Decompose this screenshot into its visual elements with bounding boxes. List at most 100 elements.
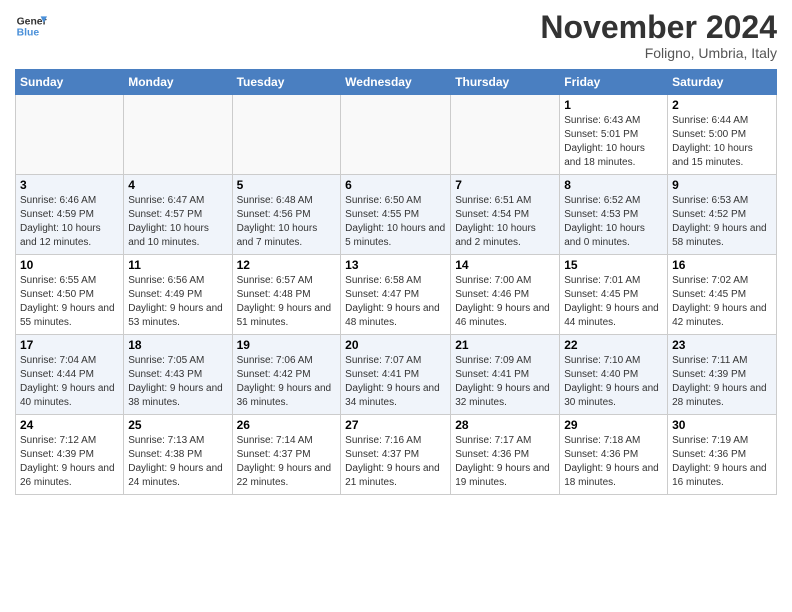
day-number: 7 [455,178,555,192]
col-monday: Monday [124,70,232,95]
table-row: 15 Sunrise: 7:01 AMSunset: 4:45 PMDayligh… [560,255,668,335]
day-info: Sunrise: 6:58 AMSunset: 4:47 PMDaylight:… [345,274,446,330]
day-info: Sunrise: 6:53 AMSunset: 4:52 PMDaylight:… [672,194,772,250]
table-row: 16 Sunrise: 7:02 AMSunset: 4:45 PMDayligh… [668,255,777,335]
logo-icon: General Blue [15,10,47,42]
day-number: 18 [128,338,227,352]
table-row: 21Sunrise: 7:09 AMSunset: 4:41 PMDayligh… [451,335,560,415]
table-row: 22 Sunrise: 7:10 AMSunset: 4:40 PMDayligh… [560,335,668,415]
day-number: 16 [672,258,772,272]
col-saturday: Saturday [668,70,777,95]
day-info: Sunrise: 7:16 AMSunset: 4:37 PMDaylight:… [345,434,446,490]
table-row: 19 Sunrise: 7:06 AMSunset: 4:42 PMDayligh… [232,335,341,415]
table-row [124,95,232,175]
table-row: 8Sunrise: 6:52 AMSunset: 4:53 PMDaylight… [560,175,668,255]
table-row: 28Sunrise: 7:17 AMSunset: 4:36 PMDayligh… [451,415,560,495]
table-row: 1Sunrise: 6:43 AMSunset: 5:01 PMDaylight… [560,95,668,175]
col-friday: Friday [560,70,668,95]
table-row: 6 Sunrise: 6:50 AMSunset: 4:55 PMDaylight… [341,175,451,255]
table-row: 9Sunrise: 6:53 AMSunset: 4:52 PMDaylight… [668,175,777,255]
table-row: 3Sunrise: 6:46 AMSunset: 4:59 PMDaylight… [16,175,124,255]
location: Foligno, Umbria, Italy [540,45,777,61]
table-row: 14 Sunrise: 7:00 AMSunset: 4:46 PMDayligh… [451,255,560,335]
day-info: Sunrise: 7:11 AMSunset: 4:39 PMDaylight:… [672,354,772,410]
day-info: Sunrise: 7:18 AMSunset: 4:36 PMDaylight:… [564,434,663,490]
calendar-table: Sunday Monday Tuesday Wednesday Thursday… [15,69,777,495]
title-block: November 2024 Foligno, Umbria, Italy [540,10,777,61]
day-info: Sunrise: 6:55 AMSunset: 4:50 PMDaylight:… [20,274,119,330]
day-number: 8 [564,178,663,192]
day-number: 23 [672,338,772,352]
calendar-week-2: 3Sunrise: 6:46 AMSunset: 4:59 PMDaylight… [16,175,777,255]
table-row: 27 Sunrise: 7:16 AMSunset: 4:37 PMDayligh… [341,415,451,495]
table-row: 18Sunrise: 7:05 AMSunset: 4:43 PMDayligh… [124,335,232,415]
table-row: 4 Sunrise: 6:47 AMSunset: 4:57 PMDaylight… [124,175,232,255]
day-info: Sunrise: 7:07 AMSunset: 4:41 PMDaylight:… [345,354,446,410]
col-tuesday: Tuesday [232,70,341,95]
day-number: 2 [672,98,772,112]
day-info: Sunrise: 6:48 AMSunset: 4:56 PMDaylight:… [237,194,337,250]
day-info: Sunrise: 6:51 AMSunset: 4:54 PMDaylight:… [455,194,555,250]
day-number: 25 [128,418,227,432]
day-number: 17 [20,338,119,352]
day-info: Sunrise: 6:46 AMSunset: 4:59 PMDaylight:… [20,194,119,250]
table-row: 13 Sunrise: 6:58 AMSunset: 4:47 PMDayligh… [341,255,451,335]
table-row: 7 Sunrise: 6:51 AMSunset: 4:54 PMDaylight… [451,175,560,255]
table-row: 12 Sunrise: 6:57 AMSunset: 4:48 PMDayligh… [232,255,341,335]
day-number: 19 [237,338,337,352]
day-info: Sunrise: 6:56 AMSunset: 4:49 PMDaylight:… [128,274,227,330]
day-number: 1 [564,98,663,112]
table-row: 2 Sunrise: 6:44 AMSunset: 5:00 PMDaylight… [668,95,777,175]
table-row: 17 Sunrise: 7:04 AMSunset: 4:44 PMDayligh… [16,335,124,415]
day-number: 12 [237,258,337,272]
day-number: 20 [345,338,446,352]
header: General Blue November 2024 Foligno, Umbr… [15,10,777,61]
day-info: Sunrise: 7:10 AMSunset: 4:40 PMDaylight:… [564,354,663,410]
day-number: 15 [564,258,663,272]
table-row: 25 Sunrise: 7:13 AMSunset: 4:38 PMDayligh… [124,415,232,495]
table-row [16,95,124,175]
table-row: 5Sunrise: 6:48 AMSunset: 4:56 PMDaylight… [232,175,341,255]
day-info: Sunrise: 7:04 AMSunset: 4:44 PMDaylight:… [20,354,119,410]
logo: General Blue [15,10,47,42]
table-row [341,95,451,175]
day-info: Sunrise: 7:06 AMSunset: 4:42 PMDaylight:… [237,354,337,410]
day-info: Sunrise: 6:47 AMSunset: 4:57 PMDaylight:… [128,194,227,250]
day-number: 6 [345,178,446,192]
day-number: 30 [672,418,772,432]
day-info: Sunrise: 7:09 AMSunset: 4:41 PMDaylight:… [455,354,555,410]
calendar-week-4: 17 Sunrise: 7:04 AMSunset: 4:44 PMDayligh… [16,335,777,415]
day-info: Sunrise: 7:00 AMSunset: 4:46 PMDaylight:… [455,274,555,330]
day-info: Sunrise: 6:50 AMSunset: 4:55 PMDaylight:… [345,194,446,250]
page: General Blue November 2024 Foligno, Umbr… [0,0,792,612]
table-row: 26Sunrise: 7:14 AMSunset: 4:37 PMDayligh… [232,415,341,495]
day-number: 29 [564,418,663,432]
col-thursday: Thursday [451,70,560,95]
calendar-week-3: 10Sunrise: 6:55 AMSunset: 4:50 PMDayligh… [16,255,777,335]
table-row [232,95,341,175]
day-info: Sunrise: 6:44 AMSunset: 5:00 PMDaylight:… [672,114,772,170]
day-info: Sunrise: 7:02 AMSunset: 4:45 PMDaylight:… [672,274,772,330]
month-title: November 2024 [540,10,777,45]
day-number: 27 [345,418,446,432]
table-row: 29 Sunrise: 7:18 AMSunset: 4:36 PMDayligh… [560,415,668,495]
day-info: Sunrise: 7:01 AMSunset: 4:45 PMDaylight:… [564,274,663,330]
svg-text:Blue: Blue [17,28,40,39]
day-info: Sunrise: 7:17 AMSunset: 4:36 PMDaylight:… [455,434,555,490]
col-sunday: Sunday [16,70,124,95]
day-info: Sunrise: 7:13 AMSunset: 4:38 PMDaylight:… [128,434,227,490]
day-number: 4 [128,178,227,192]
table-row: 20 Sunrise: 7:07 AMSunset: 4:41 PMDayligh… [341,335,451,415]
table-row: 23 Sunrise: 7:11 AMSunset: 4:39 PMDayligh… [668,335,777,415]
day-number: 14 [455,258,555,272]
table-row: 11 Sunrise: 6:56 AMSunset: 4:49 PMDayligh… [124,255,232,335]
day-info: Sunrise: 7:19 AMSunset: 4:36 PMDaylight:… [672,434,772,490]
day-info: Sunrise: 6:57 AMSunset: 4:48 PMDaylight:… [237,274,337,330]
calendar-week-5: 24 Sunrise: 7:12 AMSunset: 4:39 PMDayligh… [16,415,777,495]
day-number: 11 [128,258,227,272]
day-number: 13 [345,258,446,272]
day-number: 22 [564,338,663,352]
calendar-header-row: Sunday Monday Tuesday Wednesday Thursday… [16,70,777,95]
day-number: 24 [20,418,119,432]
day-info: Sunrise: 7:12 AMSunset: 4:39 PMDaylight:… [20,434,119,490]
